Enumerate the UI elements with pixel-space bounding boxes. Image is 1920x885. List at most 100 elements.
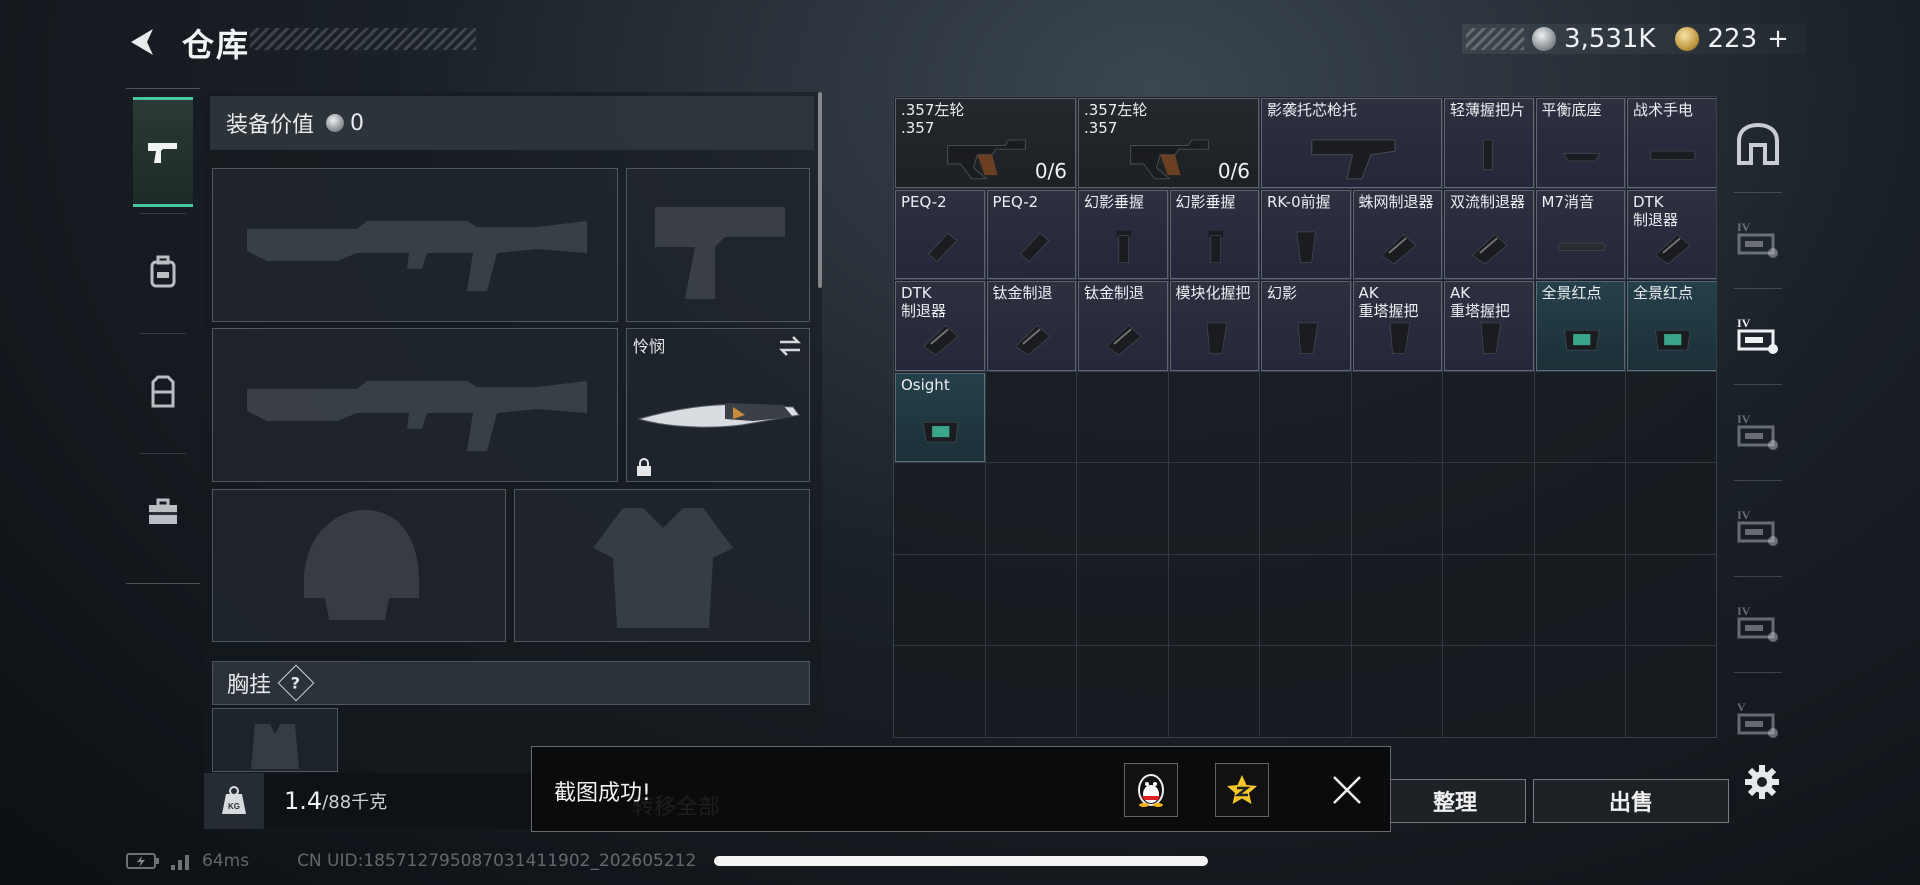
inventory-item[interactable]: 钛金制退: [1078, 281, 1168, 371]
grid-cell[interactable]: [1260, 463, 1352, 555]
grid-cell[interactable]: [985, 554, 1077, 646]
help-icon[interactable]: ?: [277, 664, 315, 702]
inventory-item[interactable]: PEQ-2: [986, 189, 1076, 279]
storage-tab-0[interactable]: [1722, 96, 1794, 192]
chest-rig-label: 胸挂: [227, 673, 272, 698]
grid-cell[interactable]: [1260, 371, 1352, 463]
helmet-slot[interactable]: [212, 489, 506, 642]
back-button[interactable]: [122, 22, 162, 62]
mount-icon: [1562, 153, 1601, 162]
weight-icon: KG: [204, 773, 264, 829]
item-name: 影袭托芯枪托: [1267, 101, 1358, 119]
share-qzone-button[interactable]: [1215, 763, 1269, 817]
inventory-item[interactable]: 双流制退器: [1444, 189, 1534, 279]
settings-gear-icon[interactable]: [1744, 764, 1780, 800]
grid-cell[interactable]: [1351, 646, 1443, 737]
grid-cell[interactable]: [985, 646, 1077, 737]
inventory-item[interactable]: 幻影垂握: [1078, 189, 1168, 279]
grid-cell[interactable]: [985, 463, 1077, 555]
grid-cell[interactable]: [894, 646, 986, 737]
grid-cell[interactable]: [1443, 646, 1535, 737]
suppressor-icon: [1557, 242, 1605, 251]
storage-tab-2[interactable]: IV: [1722, 288, 1794, 384]
grid-cell[interactable]: [1534, 463, 1626, 555]
tab-weapons[interactable]: [133, 97, 193, 207]
grid-cell[interactable]: [1168, 371, 1260, 463]
item-name: RK-0前握: [1267, 192, 1331, 211]
grid-cell[interactable]: [1351, 554, 1443, 646]
grid-cell[interactable]: [1626, 372, 1716, 463]
storage-tab-5[interactable]: IV: [1722, 576, 1794, 672]
inventory-item[interactable]: PEQ-2: [895, 189, 985, 279]
grid-cell[interactable]: [1260, 554, 1352, 646]
grid-cell[interactable]: [1443, 463, 1535, 555]
inventory-item[interactable]: DTK 制退器: [895, 281, 985, 371]
grid-cell[interactable]: [1168, 646, 1260, 737]
melee-slot[interactable]: 怜悯: [626, 328, 810, 482]
grid-cell[interactable]: [1534, 646, 1626, 737]
grid-cell[interactable]: [1626, 555, 1716, 646]
inventory-item[interactable]: 蛛网制退器: [1352, 189, 1442, 279]
sell-button[interactable]: 出售: [1533, 779, 1729, 823]
grid-cell[interactable]: [894, 463, 986, 555]
grid-cell[interactable]: [1626, 646, 1716, 737]
inventory-item[interactable]: 平衡底座: [1535, 98, 1625, 188]
grid-cell[interactable]: [1534, 554, 1626, 646]
add-currency-button[interactable]: +: [1767, 24, 1789, 54]
primary-weapon-slot-2[interactable]: [212, 328, 618, 482]
chest-rig-slot[interactable]: [212, 708, 338, 772]
storage-tab-6[interactable]: V: [1722, 672, 1794, 768]
grid-cell[interactable]: [985, 371, 1077, 463]
grid-cell[interactable]: [1260, 646, 1352, 737]
primary-weapon-slot-1[interactable]: [212, 168, 618, 322]
storage-tab-1[interactable]: IV: [1722, 192, 1794, 288]
tab-armor[interactable]: [133, 217, 193, 327]
item-name: AK 重塔握把: [1450, 284, 1511, 320]
inventory-item[interactable]: .357左轮 .357 0/6: [895, 98, 1076, 188]
close-icon[interactable]: [1328, 771, 1366, 809]
storage-tab-4[interactable]: IV: [1722, 480, 1794, 576]
inventory-item[interactable]: .357左轮 .357 0/6: [1078, 98, 1259, 188]
grid-cell[interactable]: [1351, 371, 1443, 463]
inventory-item[interactable]: 战术手电: [1627, 98, 1716, 188]
inventory-item[interactable]: 全景红点: [1535, 281, 1625, 371]
screenshot-toast: 截图成功! 转移全部: [531, 746, 1391, 832]
inventory-item[interactable]: Osight: [895, 372, 985, 462]
grid-cell[interactable]: [1443, 554, 1535, 646]
equipment-scrollbar[interactable]: [818, 92, 822, 288]
inventory-item[interactable]: AK 重塔握把: [1444, 281, 1534, 371]
grid-cell[interactable]: [1168, 554, 1260, 646]
inventory-item[interactable]: 轻薄握把片: [1444, 98, 1534, 188]
inventory-item[interactable]: 幻影: [1261, 281, 1351, 371]
grid-cell[interactable]: [1077, 554, 1169, 646]
tab-bags[interactable]: [133, 337, 193, 447]
grid-cell[interactable]: [1534, 371, 1626, 463]
inventory-item[interactable]: 模块化握把: [1169, 281, 1259, 371]
item-name: 幻影垂握: [1084, 192, 1145, 211]
inventory-item[interactable]: RK-0前握: [1261, 189, 1351, 279]
home-indicator[interactable]: [714, 856, 1208, 866]
inventory-item[interactable]: 幻影垂握: [1169, 189, 1259, 279]
body-armor-slot[interactable]: [514, 489, 810, 642]
share-qq-button[interactable]: [1124, 763, 1178, 817]
inventory-item[interactable]: M7消音: [1535, 189, 1625, 279]
inventory-item[interactable]: 钛金制退: [986, 281, 1076, 371]
tab-kits[interactable]: [133, 457, 193, 567]
swap-icon[interactable]: [777, 335, 803, 357]
inventory-item[interactable]: 影袭托芯枪托: [1261, 98, 1442, 188]
grid-cell[interactable]: [1626, 463, 1716, 555]
grid-cell[interactable]: [1351, 463, 1443, 555]
sort-button[interactable]: 整理: [1384, 779, 1526, 823]
grid-cell[interactable]: [1077, 371, 1169, 463]
grid-cell[interactable]: [1443, 371, 1535, 463]
grid-cell[interactable]: [1168, 463, 1260, 555]
grid-cell[interactable]: [1077, 646, 1169, 737]
inventory-item[interactable]: AK 重塔握把: [1352, 281, 1442, 371]
grid-cell[interactable]: [894, 554, 986, 646]
grid-cell[interactable]: [1077, 463, 1169, 555]
inventory-grid[interactable]: .357左轮 .357 0/6 .357左轮 .357 0/6 影袭托芯枪托 轻薄握把片平…: [893, 96, 1717, 738]
storage-tab-3[interactable]: IV: [1722, 384, 1794, 480]
sidearm-slot[interactable]: [626, 168, 810, 322]
inventory-item[interactable]: 全景红点: [1627, 281, 1716, 371]
inventory-item[interactable]: DTK 制退器: [1627, 189, 1716, 279]
